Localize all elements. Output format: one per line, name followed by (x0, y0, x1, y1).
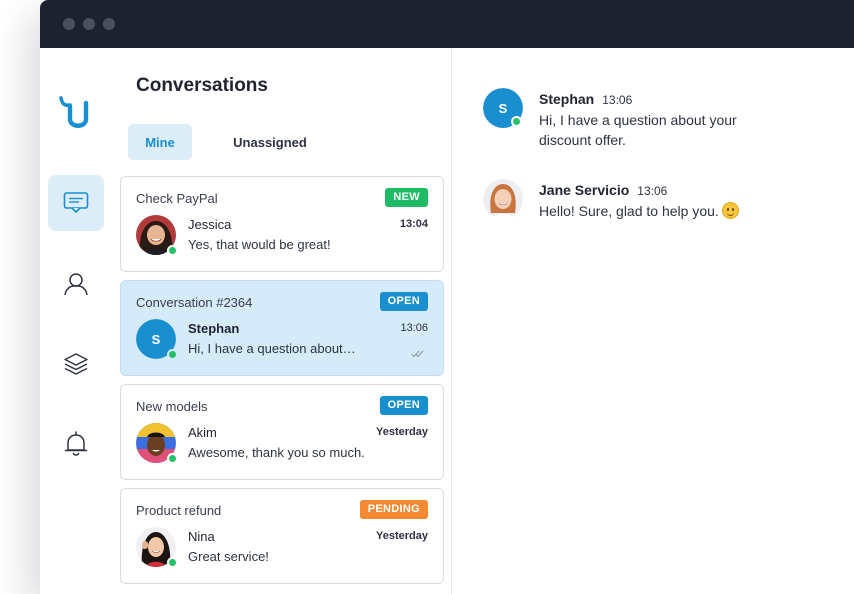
message-time: Yesterday (376, 530, 428, 542)
avatar (483, 179, 523, 219)
message-preview: Awesome, thank you so much. (188, 445, 365, 460)
window-zoom-dot[interactable] (103, 18, 115, 30)
sidebar-item-contacts[interactable] (48, 256, 104, 312)
layers-icon (63, 352, 89, 376)
message-text: Hello! Sure, glad to help you. (539, 201, 799, 221)
conversation-subject: Conversation #2364 (136, 295, 253, 310)
message-preview: Yes, that would be great! (188, 237, 331, 252)
contact-name: Stephan (188, 321, 240, 336)
author-name: Jane Servicio (539, 182, 630, 198)
window-minimize-dot[interactable] (83, 18, 95, 30)
page-title: Conversations (136, 75, 268, 96)
message-time: Yesterday (376, 426, 428, 438)
conversation-card-new-models[interactable]: New models OPEN Akim Yesterday Awesome, … (120, 384, 444, 480)
message-time: 13:06 (637, 184, 668, 198)
window-close-dot[interactable] (63, 18, 75, 30)
online-indicator (167, 349, 178, 360)
conversation-subject: Check PayPal (136, 191, 218, 206)
message-author: Stephan 13:06 (539, 91, 632, 107)
conversation-card-2364[interactable]: Conversation #2364 OPEN S Stephan 13:06 … (120, 280, 444, 376)
app-window: Conversations Mine Unassigned Check PayP… (40, 0, 854, 594)
message-preview: Great service! (188, 549, 269, 564)
message-author: Jane Servicio 13:06 (539, 182, 667, 198)
online-indicator (167, 245, 178, 256)
sidebar-item-conversations[interactable] (48, 175, 104, 231)
avatar (136, 527, 178, 568)
status-badge: PENDING (359, 500, 428, 519)
contact-name: Akim (188, 425, 217, 440)
contact-name: Jessica (188, 217, 232, 232)
conversation-card-product-refund[interactable]: Product refund PENDING Nina Yesterday Gr… (120, 488, 444, 584)
sidebar-item-notifications[interactable] (48, 416, 104, 472)
online-indicator (167, 557, 178, 568)
double-check-icon (411, 345, 425, 363)
avatar-initial: S (152, 332, 161, 347)
message-text-content: Hello! Sure, glad to help you. (539, 203, 719, 219)
icon-sidebar (40, 48, 120, 594)
conversation-subject: Product refund (136, 503, 222, 518)
chat-pane: S Stephan 13:06 Hi, I have a question abo… (453, 48, 854, 594)
online-indicator (167, 453, 178, 464)
message-time: 13:06 (602, 93, 633, 107)
conversation-card-check-paypal[interactable]: Check PayPal NEW Jessica 13:04 Yes, that… (120, 176, 444, 272)
online-indicator (511, 116, 522, 127)
bell-icon (64, 431, 88, 457)
tab-unassigned[interactable]: Unassigned (220, 124, 320, 160)
message-time: 13:06 (400, 322, 428, 334)
status-badge: OPEN (379, 396, 428, 415)
chat-icon (63, 191, 89, 215)
status-badge: OPEN (379, 292, 428, 311)
avatar-initial: S (499, 101, 508, 116)
conversation-list-pane: Conversations Mine Unassigned Check PayP… (120, 48, 452, 594)
message-text: Hi, I have a question about your discoun… (539, 112, 737, 148)
message-preview: Hi, I have a question about… (188, 341, 356, 356)
author-name: Stephan (539, 91, 595, 107)
avatar (136, 423, 178, 464)
message-time: 13:04 (399, 218, 428, 230)
conversation-subject: New models (136, 399, 208, 414)
app-logo[interactable] (58, 96, 98, 136)
status-badge: NEW (385, 188, 428, 207)
sidebar-item-knowledge[interactable] (48, 336, 104, 392)
contact-name: Nina (188, 529, 215, 544)
smiley-emoji-icon (721, 202, 739, 219)
contacts-icon (63, 271, 89, 297)
title-bar (40, 0, 854, 48)
avatar: S (136, 319, 178, 360)
tab-mine[interactable]: Mine (128, 124, 192, 160)
avatar (136, 215, 178, 256)
